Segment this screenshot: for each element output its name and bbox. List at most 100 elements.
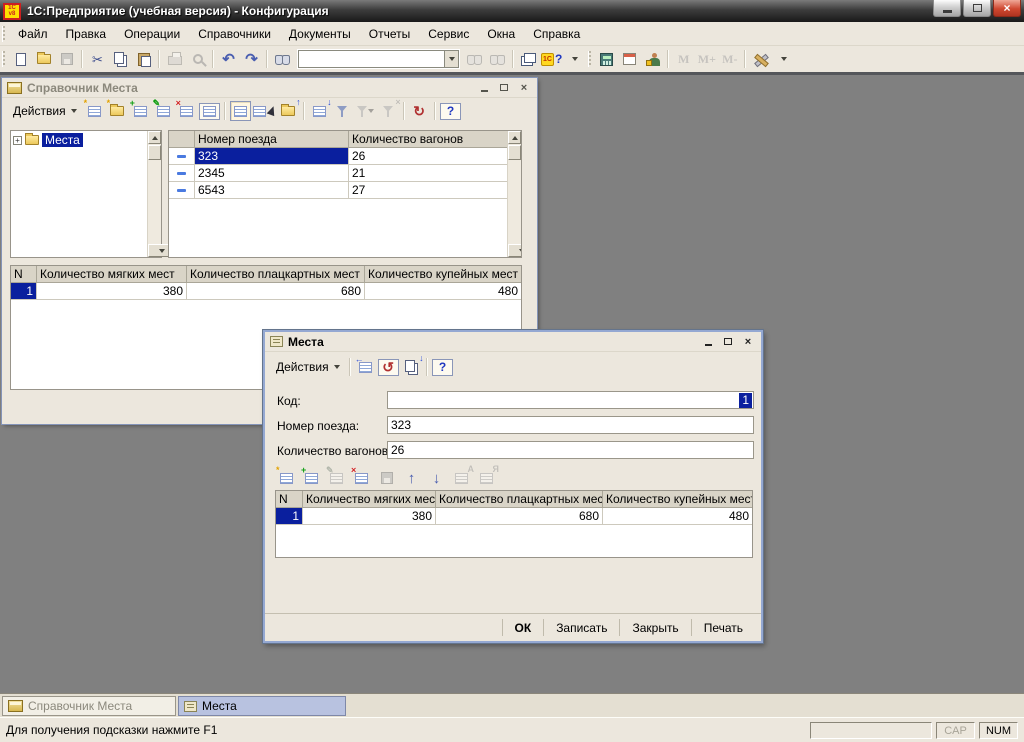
new-document-button[interactable] <box>10 49 31 69</box>
tree-item-mesta[interactable]: + Места <box>11 131 161 149</box>
cut-button[interactable]: ✂ <box>87 49 108 69</box>
clear-filter-button[interactable]: × <box>378 101 399 121</box>
column-header-coupe[interactable]: Количество купейных мест <box>365 266 521 282</box>
menu-operations[interactable]: Операции <box>115 24 189 44</box>
column-header-platskart[interactable]: Количество плацкартных мест <box>436 491 603 507</box>
table-row[interactable]: 1 380 680 480 <box>11 283 521 300</box>
print-preview-button[interactable] <box>187 49 208 69</box>
menu-catalogs[interactable]: Справочники <box>189 24 280 44</box>
dialog-titlebar[interactable]: Места × <box>265 332 761 352</box>
temporary-lock-button[interactable] <box>642 49 663 69</box>
sort-order-button[interactable]: ↓ <box>309 101 330 121</box>
train-number-field[interactable] <box>387 416 754 434</box>
refresh-button[interactable]: ↻ <box>409 101 430 121</box>
find-next-button[interactable] <box>464 49 485 69</box>
tab-form-mesta[interactable]: Места <box>178 696 346 716</box>
cell-coupe[interactable]: 480 <box>603 508 752 524</box>
catalog-maximize-button[interactable] <box>496 81 512 95</box>
add-row-button[interactable]: * <box>276 468 297 488</box>
cell-train[interactable]: 323 <box>195 148 349 164</box>
memory-recall-button[interactable]: M <box>673 49 694 69</box>
cell-wagons[interactable]: 26 <box>349 148 521 164</box>
toolbar-options-button[interactable] <box>773 49 794 69</box>
add-group-button[interactable]: * <box>107 101 128 121</box>
marker-column-header[interactable] <box>169 131 195 147</box>
column-header-coupe[interactable]: Количество купейных мест <box>603 491 752 507</box>
help-1c-button[interactable]: 1С? <box>541 49 562 69</box>
select-item-button[interactable] <box>253 101 276 121</box>
write-button[interactable]: ↓ <box>401 357 422 377</box>
catalog-close-button[interactable]: × <box>516 81 532 95</box>
tab-catalog-mesta[interactable]: Справочник Места <box>2 696 176 716</box>
search-dropdown-button[interactable] <box>444 50 459 68</box>
toolbar-grip[interactable] <box>2 26 5 42</box>
table-row[interactable]: 2345 21 <box>169 165 521 182</box>
search-input[interactable] <box>298 50 444 68</box>
go-up-level-button[interactable]: ↑ <box>278 101 299 121</box>
edit-item-button[interactable]: ✎ <box>153 101 174 121</box>
paste-button[interactable] <box>133 49 154 69</box>
menu-windows[interactable]: Окна <box>478 24 524 44</box>
table-row[interactable]: 323 26 <box>169 148 521 165</box>
dialog-close-button[interactable]: × <box>740 335 756 349</box>
scroll-up-button[interactable] <box>508 131 521 144</box>
restore-button[interactable] <box>963 0 991 17</box>
actions-menu-button[interactable]: Действия <box>7 102 83 120</box>
menu-edit[interactable]: Правка <box>57 24 116 44</box>
find-previous-button[interactable] <box>487 49 508 69</box>
windows-list-button[interactable] <box>518 49 539 69</box>
cell-platskart[interactable]: 680 <box>187 283 365 299</box>
reread-button[interactable]: ↺ <box>378 359 399 376</box>
find-button[interactable] <box>272 49 293 69</box>
help-button[interactable]: ? <box>440 103 461 120</box>
add-item-button[interactable]: * <box>84 101 105 121</box>
move-row-down-button[interactable]: ↓ <box>426 468 447 488</box>
tree-scrollbar[interactable] <box>147 131 161 257</box>
cell-n[interactable]: 1 <box>11 283 37 299</box>
column-header-wagons[interactable]: Количество вагонов <box>349 131 521 147</box>
cell-train[interactable]: 2345 <box>195 165 349 181</box>
cell-soft[interactable]: 380 <box>37 283 187 299</box>
catalog-minimize-button[interactable] <box>476 81 492 95</box>
table-row[interactable]: 6543 27 <box>169 182 521 199</box>
delete-row-button[interactable]: × <box>351 468 372 488</box>
column-header-n[interactable]: N <box>11 266 37 282</box>
finish-edit-button[interactable] <box>376 468 397 488</box>
dialog-minimize-button[interactable] <box>700 335 716 349</box>
copy-row-button[interactable]: + <box>301 468 322 488</box>
menu-file[interactable]: Файл <box>9 24 57 44</box>
hierarchy-view-button[interactable] <box>230 101 251 121</box>
table-scrollbar[interactable] <box>507 131 521 257</box>
redo-button[interactable]: ↷ <box>241 49 262 69</box>
toolbar-grip[interactable] <box>2 51 5 67</box>
menu-documents[interactable]: Документы <box>280 24 360 44</box>
toolbar-grip[interactable] <box>588 51 591 67</box>
copy-button[interactable] <box>110 49 131 69</box>
column-header-train[interactable]: Номер поезда <box>195 131 349 147</box>
close-form-button[interactable]: Закрыть <box>619 619 690 636</box>
write-record-button[interactable]: Записать <box>543 619 619 636</box>
memory-add-button[interactable]: M+ <box>696 49 717 69</box>
filter-by-value-button[interactable] <box>332 101 353 121</box>
close-button[interactable]: × <box>993 0 1021 17</box>
calendar-button[interactable] <box>619 49 640 69</box>
scroll-down-button[interactable] <box>508 244 522 257</box>
menu-help[interactable]: Справка <box>524 24 589 44</box>
wagons-count-field[interactable] <box>387 441 754 459</box>
dialog-maximize-button[interactable] <box>720 335 736 349</box>
ok-button[interactable]: ОК <box>502 619 544 636</box>
sort-descending-button[interactable]: Я <box>476 468 497 488</box>
memory-subtract-button[interactable]: M- <box>719 49 740 69</box>
sort-ascending-button[interactable]: A <box>451 468 472 488</box>
code-field[interactable]: 1 <box>387 391 754 409</box>
open-editor-button[interactable] <box>199 103 220 120</box>
filter-history-button[interactable] <box>355 101 376 121</box>
move-row-up-button[interactable]: ↑ <box>401 468 422 488</box>
cell-platskart[interactable]: 680 <box>436 508 603 524</box>
cell-soft[interactable]: 380 <box>303 508 436 524</box>
open-button[interactable] <box>33 49 54 69</box>
cell-coupe[interactable]: 480 <box>365 283 521 299</box>
undo-button[interactable]: ↶ <box>218 49 239 69</box>
copy-item-button[interactable]: + <box>130 101 151 121</box>
expand-icon[interactable]: + <box>13 136 22 145</box>
